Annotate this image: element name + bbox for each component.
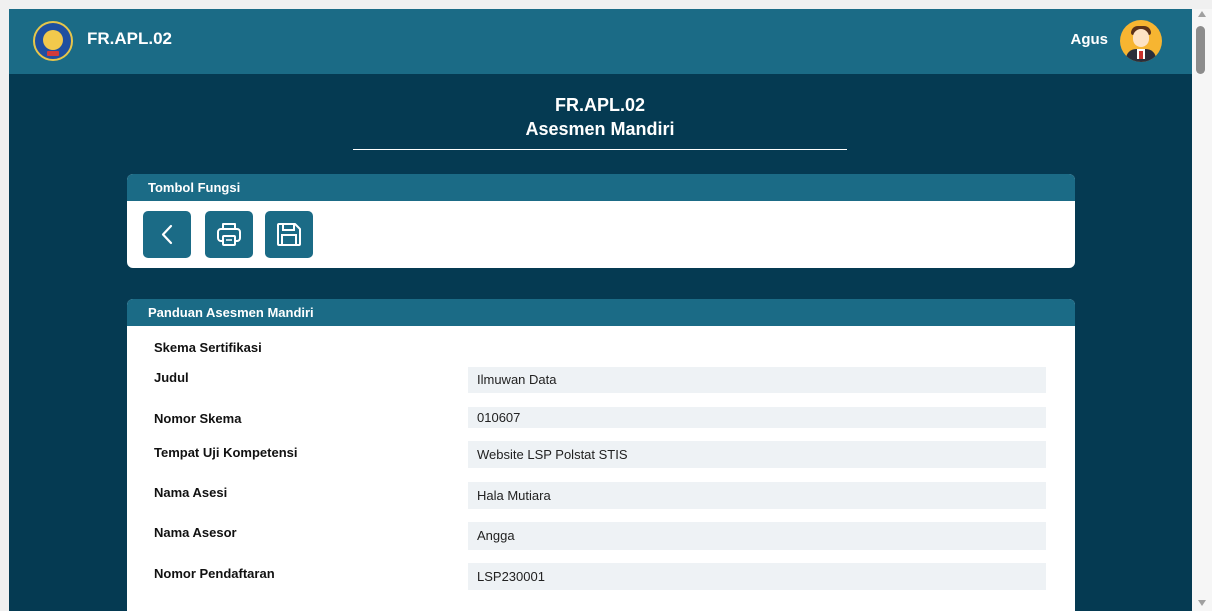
nomor-pendaftaran-value: LSP230001: [468, 563, 1046, 590]
skema-sertifikasi-label: Skema Sertifikasi: [154, 340, 262, 355]
heading-divider: [353, 149, 847, 150]
nomor-skema-value: 010607: [468, 407, 1046, 428]
print-button[interactable]: [205, 211, 253, 258]
page-title-name: Asesmen Mandiri: [525, 119, 675, 139]
nama-asesor-label: Nama Asesor: [154, 525, 237, 540]
tempat-uji-value: Website LSP Polstat STIS: [468, 441, 1046, 468]
page-heading: FR.APL.02 Asesmen Mandiri: [353, 93, 847, 141]
nama-asesi-value: Hala Mutiara: [468, 482, 1046, 509]
back-button[interactable]: [143, 211, 191, 258]
top-navbar: FR.APL.02 Agus: [9, 9, 1192, 74]
scroll-thumb[interactable]: [1196, 26, 1205, 74]
judul-value: Ilmuwan Data: [468, 367, 1046, 393]
scroll-up-arrow-icon[interactable]: [1198, 11, 1206, 17]
panduan-asesmen-card: Panduan Asesmen Mandiri Skema Sertifikas…: [127, 299, 1075, 611]
scroll-down-arrow-icon[interactable]: [1198, 600, 1206, 606]
chevron-left-icon: [161, 224, 173, 245]
avatar-tie: [1139, 51, 1143, 59]
nomor-pendaftaran-label: Nomor Pendaftaran: [154, 566, 275, 581]
stis-logo-icon[interactable]: [33, 21, 73, 61]
logo-emblem: [43, 30, 63, 50]
tempat-uji-label: Tempat Uji Kompetensi: [154, 445, 298, 460]
tombol-fungsi-card: Tombol Fungsi: [127, 174, 1075, 268]
save-button[interactable]: [265, 211, 313, 258]
user-avatar-icon[interactable]: [1120, 20, 1162, 62]
nomor-skema-label: Nomor Skema: [154, 411, 242, 426]
nama-asesi-label: Nama Asesi: [154, 485, 228, 500]
app-viewport: FR.APL.02 Agus FR.APL.02 Asesmen Mandiri…: [9, 9, 1192, 611]
app-title: FR.APL.02: [87, 29, 173, 48]
judul-label: Judul: [154, 370, 189, 385]
tombol-fungsi-header: Tombol Fungsi: [127, 174, 1075, 201]
user-name[interactable]: Agus: [1071, 31, 1109, 48]
printer-icon: [217, 223, 241, 246]
nama-asesor-value: Angga: [468, 522, 1046, 550]
floppy-disk-icon: [277, 223, 301, 246]
avatar-face: [1133, 29, 1149, 47]
page-title-code: FR.APL.02: [554, 95, 646, 115]
vertical-scrollbar[interactable]: [1192, 9, 1212, 611]
logo-ribbon: [47, 51, 59, 56]
panduan-header: Panduan Asesmen Mandiri: [127, 299, 1075, 326]
